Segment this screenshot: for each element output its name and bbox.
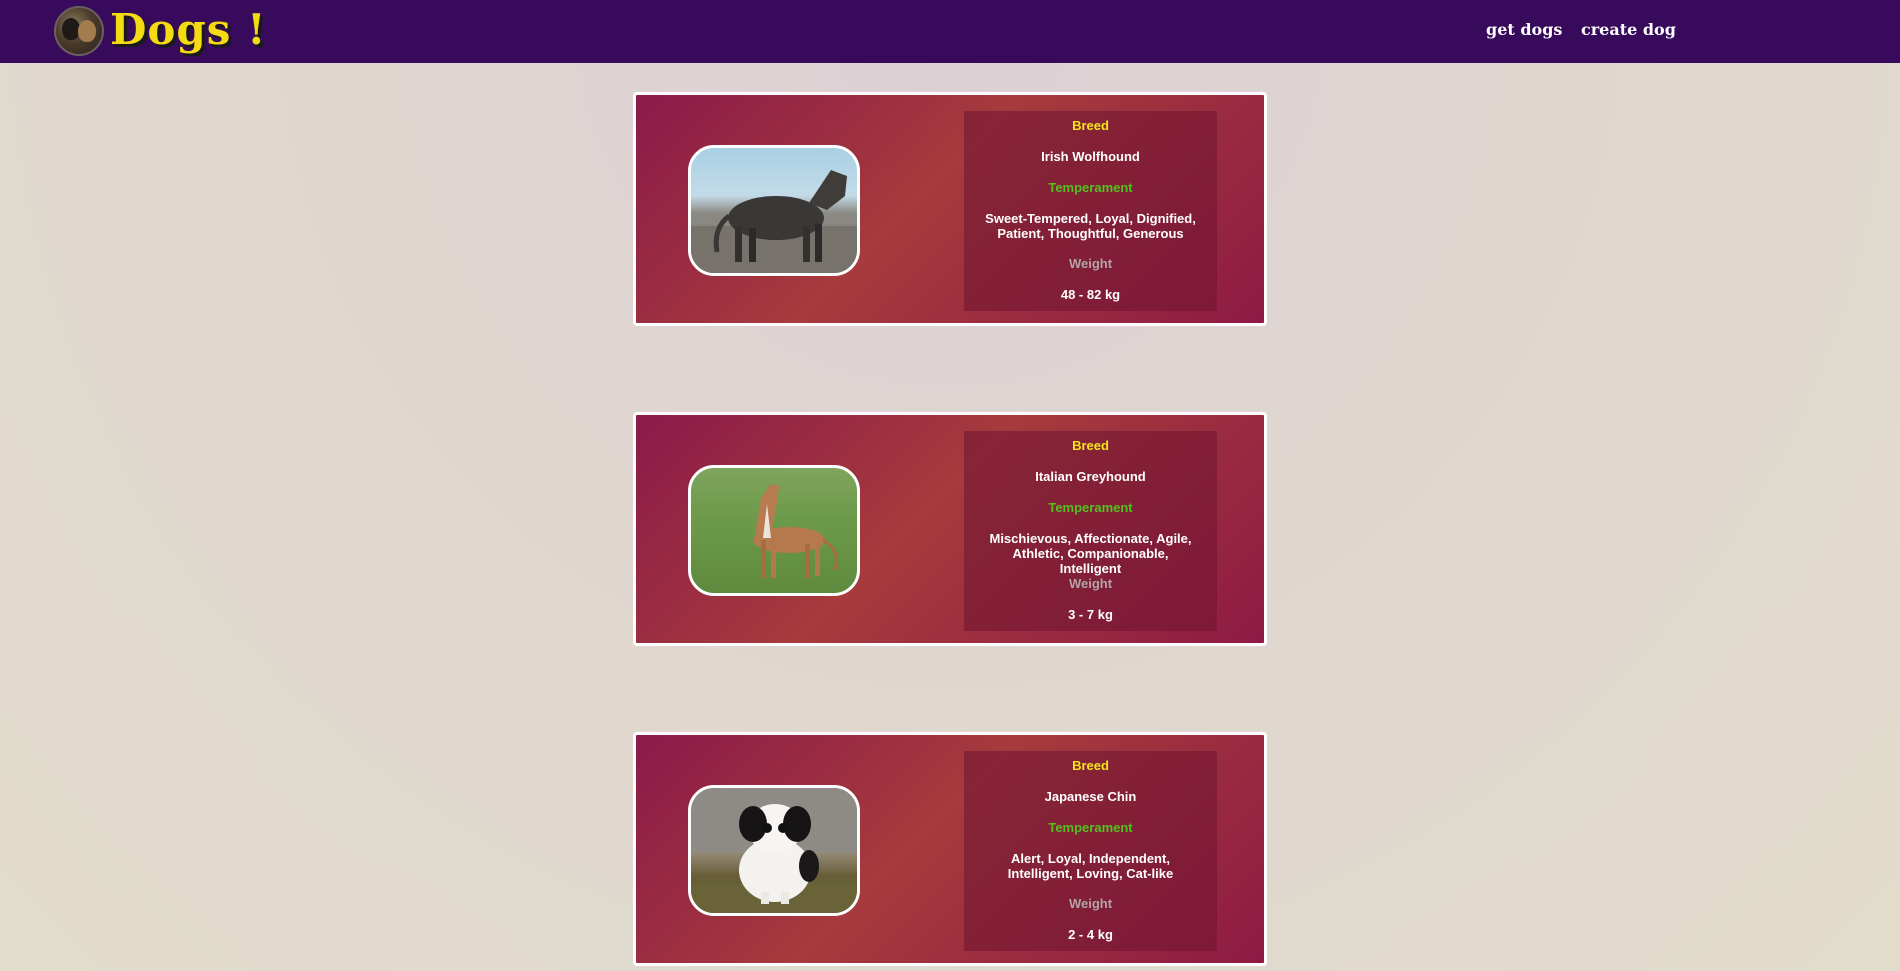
- italian-greyhound-image: [753, 484, 838, 578]
- logo-dog-tan: [78, 20, 96, 42]
- weight-label: Weight: [1068, 896, 1113, 911]
- breed-value: Irish Wolfhound: [1041, 149, 1140, 164]
- nav-create-dog-link[interactable]: create dog: [1581, 20, 1676, 39]
- temperament-value: Mischievous, Affectionate, Agile, Athlet…: [989, 531, 1192, 576]
- temperament-label: Temperament: [1048, 820, 1133, 835]
- nav-get-dogs-link[interactable]: get dogs: [1486, 20, 1562, 39]
- navbar: Dogs ! get dogs create dog: [0, 0, 1900, 63]
- temperament-value: Sweet-Tempered, Loyal, Dignified, Patien…: [985, 211, 1196, 241]
- dog-photo: [688, 465, 860, 596]
- weight-value: 2 - 4 kg: [1068, 927, 1113, 942]
- dog-card[interactable]: Breed Italian Greyhound Temperament Misc…: [633, 412, 1267, 646]
- weight-value: 3 - 7 kg: [1068, 607, 1113, 622]
- temperament-label: Temperament: [1048, 500, 1133, 515]
- temperament-value: Alert, Loyal, Independent, Intelligent, …: [1007, 851, 1174, 881]
- weight-label: Weight: [1068, 256, 1113, 271]
- breed-label: Breed: [1072, 758, 1109, 773]
- breed-label: Breed: [1072, 118, 1109, 133]
- temperament-label: Temperament: [1048, 180, 1133, 195]
- breed-value: Italian Greyhound: [1035, 469, 1146, 484]
- weight-label: Weight: [1068, 576, 1113, 591]
- dog-info-panel: Breed Italian Greyhound Temperament Misc…: [964, 431, 1217, 631]
- dog-card[interactable]: Breed Japanese Chin Temperament Alert, L…: [633, 732, 1267, 966]
- irish-wolfhound-image: [691, 170, 857, 273]
- logo-title[interactable]: Dogs !: [110, 4, 267, 56]
- breed-value: Japanese Chin: [1044, 789, 1137, 804]
- weight-value: 48 - 82 kg: [1060, 287, 1121, 302]
- dog-photo: [688, 785, 860, 916]
- dog-card[interactable]: Breed Irish Wolfhound Temperament Sweet-…: [633, 92, 1267, 326]
- logo-dogs-avatar[interactable]: [54, 6, 104, 56]
- japanese-chin-image: [691, 788, 857, 913]
- dog-info-panel: Breed Japanese Chin Temperament Alert, L…: [964, 751, 1217, 951]
- dog-info-panel: Breed Irish Wolfhound Temperament Sweet-…: [964, 111, 1217, 311]
- dog-photo: [688, 145, 860, 276]
- breed-label: Breed: [1072, 438, 1109, 453]
